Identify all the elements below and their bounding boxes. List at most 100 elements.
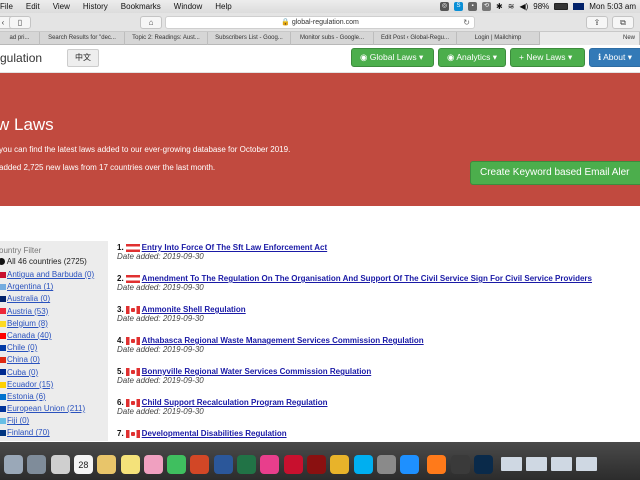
quicktime-icon[interactable] [450, 455, 470, 474]
tab-7[interactable]: Login | Mailchimp [457, 32, 540, 45]
tab-5[interactable]: Monitor subs - Google... [291, 32, 374, 45]
country-filter-link[interactable]: Finland (70) [7, 428, 50, 437]
window-thumb-2[interactable] [526, 457, 548, 471]
country-filter-item[interactable]: Chile (0) [0, 342, 108, 354]
country-filter-item[interactable]: China (0) [0, 354, 108, 366]
calendar-icon[interactable]: 28 [73, 455, 93, 474]
tab-6[interactable]: Edit Post ‹ Global-Regu... [374, 32, 457, 45]
new-laws-button[interactable]: + New Laws ▾ [510, 48, 585, 67]
window-thumb-1[interactable] [501, 457, 523, 471]
country-filter-link[interactable]: Austria (53) [7, 307, 48, 316]
dropbox-icon[interactable]: ▪ [468, 2, 478, 11]
filter-all-countries[interactable]: All 46 countries (2725) [0, 257, 87, 266]
country-filter-link[interactable]: Canada (40) [7, 331, 51, 340]
country-filter-link[interactable]: Antigua and Barbuda (0) [7, 270, 94, 279]
itunes-icon[interactable] [260, 455, 280, 474]
site-logo[interactable]: gulation [0, 51, 42, 65]
country-filter-link[interactable]: Cuba (0) [7, 368, 38, 377]
menu-history[interactable]: History [83, 2, 108, 11]
law-title-link[interactable]: Child Support Recalculation Program Regu… [142, 398, 328, 407]
menu-window[interactable]: Window [174, 2, 202, 11]
country-filter-link[interactable]: Australia (0) [7, 294, 50, 303]
tab-3[interactable]: Topic 2: Readings: Aust... [125, 32, 208, 45]
notes-icon[interactable] [97, 455, 117, 474]
preview-icon[interactable] [50, 455, 70, 474]
time-machine-icon[interactable]: ⟲ [482, 2, 492, 11]
window-thumb-4[interactable] [576, 457, 598, 471]
safari-icon[interactable] [400, 455, 420, 474]
volume-icon[interactable]: ◀) [519, 2, 528, 11]
powerpoint-icon[interactable] [190, 455, 210, 474]
share-button[interactable]: ⇪ [586, 16, 608, 29]
country-filter-link[interactable]: Argentina (1) [7, 282, 53, 291]
country-filter-link[interactable]: Ecuador (15) [7, 380, 53, 389]
bluetooth-icon[interactable]: ✱ [496, 2, 503, 11]
law-title-link[interactable]: Bonnyville Regional Water Services Commi… [142, 367, 372, 376]
menu-bookmarks[interactable]: Bookmarks [121, 2, 161, 11]
menu-view[interactable]: View [53, 2, 70, 11]
tab-8[interactable]: New [540, 32, 640, 45]
tabs-overview-button[interactable]: ⧉ [612, 16, 634, 29]
law-title-link[interactable]: Developmental Disabilities Regulation [142, 429, 287, 438]
country-filter-link[interactable]: European Union (211) [7, 404, 85, 413]
menu-file[interactable]: File [0, 2, 13, 11]
radio-checked-icon[interactable] [0, 258, 5, 266]
creative-cloud-icon[interactable]: ◎ [440, 2, 450, 11]
chrome-icon[interactable] [330, 455, 350, 474]
country-filter-item[interactable]: Ecuador (15) [0, 379, 108, 391]
stickies-icon[interactable] [120, 455, 140, 474]
country-filter-link[interactable]: Estonia (6) [7, 392, 46, 401]
global-laws-button[interactable]: ◉ Global Laws ▾ [351, 48, 434, 67]
country-filter-item[interactable]: Canada (40) [0, 330, 108, 342]
battery-icon[interactable] [554, 3, 569, 10]
battery-percent[interactable]: 98% [533, 2, 549, 11]
tab-1[interactable]: ad pri... [0, 32, 40, 45]
acrobat-pro-icon[interactable] [306, 455, 326, 474]
word-icon[interactable] [213, 455, 233, 474]
country-filter-link[interactable]: Chile (0) [7, 343, 37, 352]
launchpad-icon[interactable] [27, 455, 47, 474]
home-button[interactable]: ⌂ [140, 16, 162, 29]
country-filter-item[interactable]: Austria (53) [0, 306, 108, 318]
about-button[interactable]: ℹ About ▾ [589, 48, 640, 67]
finder-icon[interactable] [4, 455, 23, 474]
country-filter-item[interactable]: European Union (211) [0, 403, 108, 415]
system-prefs-icon[interactable] [376, 455, 396, 474]
law-title-link[interactable]: Entry Into Force Of The Sft Law Enforcem… [142, 243, 328, 252]
country-filter-item[interactable]: Fiji (0) [0, 415, 108, 427]
acrobat-icon[interactable] [283, 455, 303, 474]
tab-4[interactable]: Subscribers List - Goog... [208, 32, 291, 45]
country-filter-link[interactable]: China (0) [7, 355, 40, 364]
skype-icon[interactable] [353, 455, 373, 474]
tab-2[interactable]: Search Results for "dec... [40, 32, 125, 45]
country-filter-link[interactable]: Fiji (0) [7, 416, 29, 425]
country-filter-item[interactable]: Cuba (0) [0, 367, 108, 379]
country-filter-item[interactable]: Finland (70) [0, 427, 108, 439]
law-title-link[interactable]: Athabasca Regional Waste Management Serv… [142, 336, 424, 345]
country-filter-item[interactable]: Belgium (8) [0, 318, 108, 330]
menubar-clock[interactable]: Mon 5:03 am [589, 2, 636, 11]
photoshop-icon[interactable] [474, 455, 493, 474]
create-email-alert-button[interactable]: Create Keyword based Email Aler [470, 161, 640, 185]
country-filter-item[interactable]: Australia (0) [0, 293, 108, 305]
law-title-link[interactable]: Ammonite Shell Regulation [142, 305, 246, 314]
country-filter-item[interactable]: Estonia (6) [0, 391, 108, 403]
firefox-icon[interactable] [427, 455, 447, 474]
analytics-button[interactable]: ◉ Analytics ▾ [438, 48, 506, 67]
address-bar[interactable]: 🔒 global-regulation.com ↻ [165, 16, 475, 29]
country-filter-link[interactable]: Belgium (8) [7, 319, 48, 328]
language-button[interactable]: 中文 [67, 49, 99, 67]
country-filter-item[interactable]: Antigua and Barbuda (0) [0, 269, 108, 281]
photos-icon[interactable] [143, 455, 163, 474]
menu-edit[interactable]: Edit [26, 2, 40, 11]
facetime-icon[interactable] [167, 455, 187, 474]
flag-input-icon[interactable] [573, 3, 585, 10]
excel-icon[interactable] [237, 455, 256, 474]
window-thumb-3[interactable] [551, 457, 573, 471]
sidebar-toggle-button[interactable]: ▯ [9, 16, 31, 29]
reload-icon[interactable]: ↻ [463, 17, 470, 29]
menu-help[interactable]: Help [215, 2, 231, 11]
wifi-icon[interactable]: ≋ [508, 2, 515, 11]
country-filter-item[interactable]: Argentina (1) [0, 281, 108, 293]
law-title-link[interactable]: Amendment To The Regulation On The Organ… [142, 274, 592, 283]
